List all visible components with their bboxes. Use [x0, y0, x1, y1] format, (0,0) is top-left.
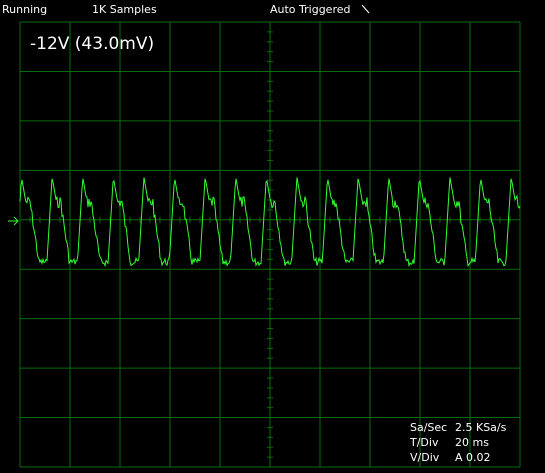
volt-div-value: A 0.02 — [455, 451, 491, 464]
time-div-label: T/Div — [410, 436, 439, 449]
sample-rate-label: Sa/Sec — [410, 421, 448, 434]
sample-rate-value: 2.5 KSa/s — [455, 421, 507, 434]
time-div-value: 20 ms — [455, 436, 489, 449]
graticule — [19, 21, 521, 468]
scope-display — [8, 4, 521, 468]
arrow-right-icon — [8, 216, 19, 226]
volt-div-label: V/Div — [410, 451, 440, 464]
falling-edge-icon — [361, 4, 370, 14]
channel-label: -12V (43.0mV) — [30, 34, 155, 54]
